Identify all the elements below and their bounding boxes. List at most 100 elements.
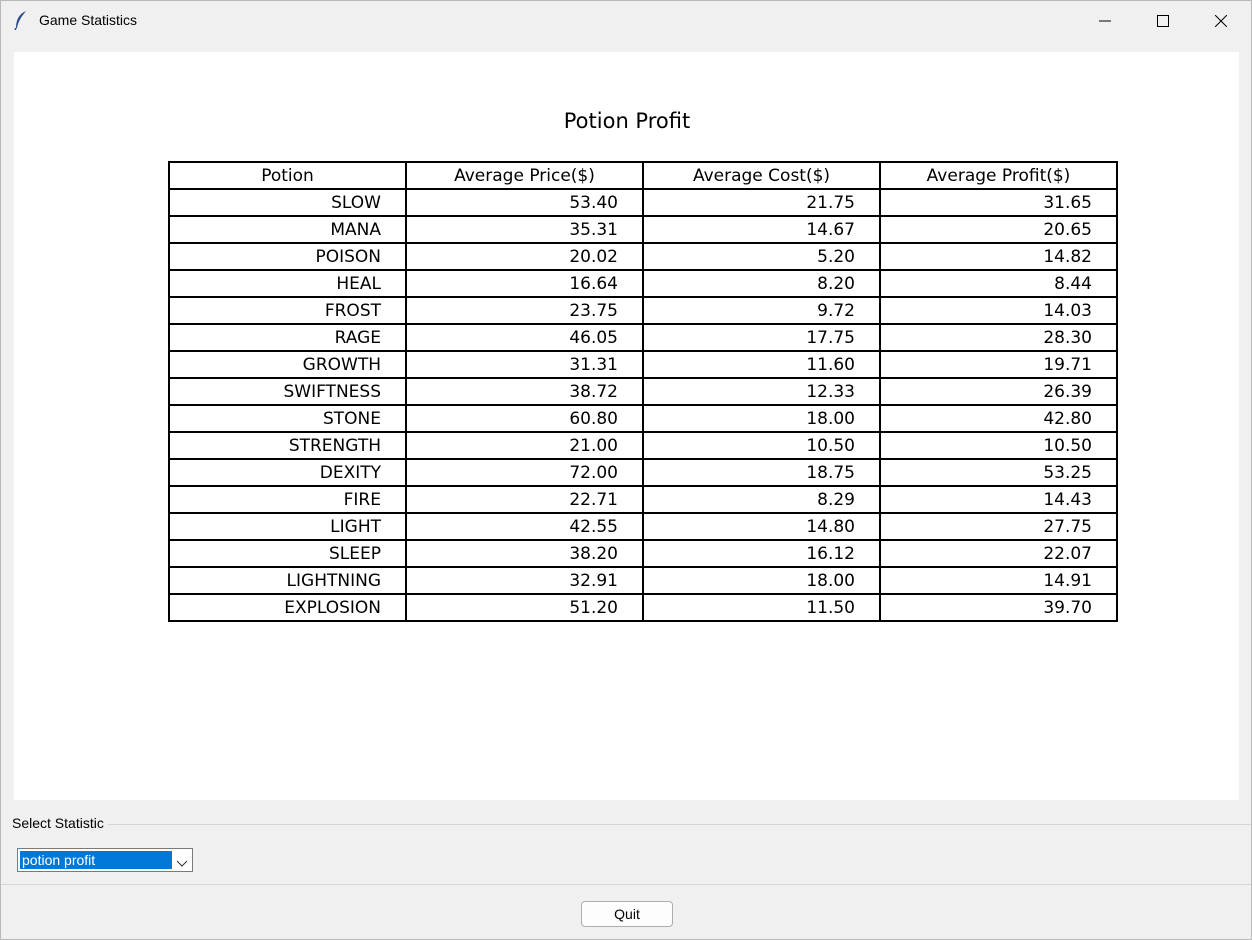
close-icon	[1214, 12, 1228, 31]
table-row: EXPLOSION 51.20 11.50 39.70	[168, 593, 1118, 622]
table-cell: DEXITY	[168, 458, 407, 487]
table-row: STONE 60.80 18.00 42.80	[168, 404, 1118, 433]
title-bar[interactable]: Game Statistics	[1, 1, 1251, 41]
table-row: HEAL 16.64 8.20 8.44	[168, 269, 1118, 298]
table-cell: 42.55	[405, 512, 644, 541]
table-cell: 12.33	[642, 377, 881, 406]
minimize-button[interactable]	[1076, 1, 1134, 41]
feather-icon	[13, 10, 29, 31]
footer-divider	[1, 884, 1251, 885]
table-cell: 22.71	[405, 485, 644, 514]
table-cell: 27.75	[879, 512, 1118, 541]
table-cell: 19.71	[879, 350, 1118, 379]
table-cell: 72.00	[405, 458, 644, 487]
table-cell: 38.72	[405, 377, 644, 406]
column-header: Potion	[168, 161, 407, 190]
chevron-down-icon[interactable]	[176, 854, 188, 867]
statistic-select[interactable]: potion profit	[17, 848, 193, 872]
table-cell: 14.91	[879, 566, 1118, 595]
table-header-row: Potion Average Price($) Average Cost($) Ave…	[168, 161, 1118, 190]
table-cell: RAGE	[168, 323, 407, 352]
maximize-icon	[1157, 12, 1169, 31]
table-cell: 26.39	[879, 377, 1118, 406]
statistic-select-value: potion profit	[20, 851, 172, 869]
table-cell: 18.00	[642, 404, 881, 433]
table-cell: 18.00	[642, 566, 881, 595]
table-cell: 8.29	[642, 485, 881, 514]
table-cell: HEAL	[168, 269, 407, 298]
table-cell: GROWTH	[168, 350, 407, 379]
column-header: Average Cost($)	[642, 161, 881, 190]
table-cell: 51.20	[405, 593, 644, 622]
table-cell: 11.50	[642, 593, 881, 622]
window-title: Game Statistics	[39, 12, 138, 28]
table-cell: FROST	[168, 296, 407, 325]
table-cell: EXPLOSION	[168, 593, 407, 622]
table-cell: 10.50	[642, 431, 881, 460]
table-cell: 10.50	[879, 431, 1118, 460]
table-cell: MANA	[168, 215, 407, 244]
potion-profit-table: Potion Average Price($) Average Cost($) Ave…	[168, 161, 1118, 622]
table-cell: 60.80	[405, 404, 644, 433]
table-cell: 14.43	[879, 485, 1118, 514]
table-cell: 53.40	[405, 188, 644, 217]
table-cell: 17.75	[642, 323, 881, 352]
table-row: POISON 20.02 5.20 14.82	[168, 242, 1118, 271]
table-row: LIGHTNING 32.91 18.00 14.91	[168, 566, 1118, 595]
table-cell: 16.12	[642, 539, 881, 568]
table-cell: 38.20	[405, 539, 644, 568]
table-cell: 23.75	[405, 296, 644, 325]
column-header: Average Profit($)	[879, 161, 1118, 190]
table-row: SLOW 53.40 21.75 31.65	[168, 188, 1118, 217]
select-statistic-label: Select Statistic	[12, 815, 104, 831]
table-row: RAGE 46.05 17.75 28.30	[168, 323, 1118, 352]
table-row: FIRE 22.71 8.29 14.43	[168, 485, 1118, 514]
table-cell: 14.03	[879, 296, 1118, 325]
table-cell: 32.91	[405, 566, 644, 595]
table-cell: 22.07	[879, 539, 1118, 568]
table-cell: STRENGTH	[168, 431, 407, 460]
table-cell: 31.65	[879, 188, 1118, 217]
maximize-button[interactable]	[1134, 1, 1192, 41]
column-header: Average Price($)	[405, 161, 644, 190]
table-cell: SWIFTNESS	[168, 377, 407, 406]
table-cell: 8.44	[879, 269, 1118, 298]
table-row: SWIFTNESS 38.72 12.33 26.39	[168, 377, 1118, 406]
table-cell: 20.02	[405, 242, 644, 271]
table-cell: 21.00	[405, 431, 644, 460]
table-cell: 21.75	[642, 188, 881, 217]
table-title: Potion Profit	[563, 109, 691, 133]
table-cell: 14.80	[642, 512, 881, 541]
table-cell: LIGHT	[168, 512, 407, 541]
table-row: FROST 23.75 9.72 14.03	[168, 296, 1118, 325]
table-cell: 42.80	[879, 404, 1118, 433]
table-cell: 35.31	[405, 215, 644, 244]
table-cell: 28.30	[879, 323, 1118, 352]
table-cell: 9.72	[642, 296, 881, 325]
table-body: SLOW 53.40 21.75 31.65 MANA 35.31 14.67 20.65 PO…	[168, 188, 1118, 622]
app-window: Game Statistics Potion Profit Potion Aver…	[0, 0, 1252, 940]
table-row: SLEEP 38.20 16.12 22.07	[168, 539, 1118, 568]
table-cell: SLOW	[168, 188, 407, 217]
table-cell: SLEEP	[168, 539, 407, 568]
table-cell: 5.20	[642, 242, 881, 271]
table-row: MANA 35.31 14.67 20.65	[168, 215, 1118, 244]
group-divider	[108, 824, 1251, 825]
quit-button[interactable]: Quit	[581, 901, 673, 927]
table-cell: 18.75	[642, 458, 881, 487]
table-cell: LIGHTNING	[168, 566, 407, 595]
table-cell: 11.60	[642, 350, 881, 379]
table-cell: 20.65	[879, 215, 1118, 244]
table-cell: 39.70	[879, 593, 1118, 622]
table-row: DEXITY 72.00 18.75 53.25	[168, 458, 1118, 487]
table-row: GROWTH 31.31 11.60 19.71	[168, 350, 1118, 379]
table-cell: 14.67	[642, 215, 881, 244]
table-cell: STONE	[168, 404, 407, 433]
table-cell: 14.82	[879, 242, 1118, 271]
close-button[interactable]	[1192, 1, 1250, 41]
table-row: LIGHT 42.55 14.80 27.75	[168, 512, 1118, 541]
table-cell: POISON	[168, 242, 407, 271]
table-cell: 53.25	[879, 458, 1118, 487]
table-cell: FIRE	[168, 485, 407, 514]
table-cell: 46.05	[405, 323, 644, 352]
